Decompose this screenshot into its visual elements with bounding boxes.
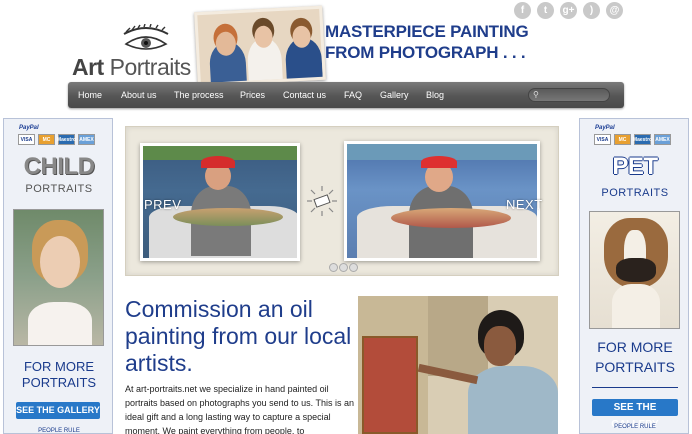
image-slider: PREV NEXT [125, 126, 559, 276]
nav-the-process[interactable]: The process [174, 82, 224, 108]
child-portraits-ad[interactable]: PayPal VISA MC Maestro AMEX CHILD PORTRA… [3, 118, 113, 434]
visa-card-icon: VISA [594, 134, 611, 145]
eye-logo-icon [123, 24, 169, 50]
slider-dot[interactable] [349, 263, 358, 272]
panel-subtitle: PORTRAITS [25, 183, 93, 195]
slider-dot[interactable] [339, 263, 348, 272]
facebook-icon[interactable]: f [514, 2, 531, 19]
pet-portraits-ad[interactable]: PayPal VISA MC Maestro AMEX PET PORTRAIT… [579, 118, 689, 434]
nav-contact-us[interactable]: Contact us [283, 82, 326, 108]
slider-prev[interactable]: PREV [144, 197, 181, 212]
maestro-card-icon: Maestro [633, 134, 652, 145]
artist-painting-photo [358, 296, 558, 434]
intro-text: At art-portraits.net we specialize in ha… [125, 384, 354, 434]
search-input[interactable]: ⚲ [528, 88, 610, 102]
site-logo[interactable]: Art Portraits [72, 24, 202, 80]
header-headline: MASTERPIECE PAINTING FROM PHOTOGRAPH . .… [325, 22, 529, 62]
panel-title: PET [612, 153, 658, 180]
visa-card-icon: VISA [18, 134, 35, 145]
nav-faq[interactable]: FAQ [344, 82, 362, 108]
for-more-text: FOR MORE PORTRAITS [595, 339, 675, 375]
panel-footer: PEOPLE RULE [38, 428, 80, 434]
for-more-text: FOR MORE PORTRAITS [21, 359, 97, 390]
header-family-photo [194, 5, 326, 87]
paypal-label: PayPal [19, 125, 39, 131]
nav-gallery[interactable]: Gallery [380, 82, 409, 108]
child-portrait-image [13, 209, 104, 346]
slider-pagination [329, 263, 358, 272]
main-nav: Home About us The process Prices Contact… [68, 82, 624, 108]
rss-icon[interactable]: ) [583, 2, 600, 19]
email-icon[interactable]: @ [606, 2, 623, 19]
maestro-card-icon: Maestro [57, 134, 76, 145]
logo-text: Art Portraits [72, 54, 191, 80]
mastercard-icon: MC [38, 134, 55, 145]
nav-about-us[interactable]: About us [121, 82, 157, 108]
search-icon: ⚲ [533, 90, 539, 99]
nav-prices[interactable]: Prices [240, 82, 265, 108]
payment-cards: PayPal VISA MC Maestro AMEX [14, 125, 104, 147]
slider-next[interactable]: NEXT [506, 197, 543, 212]
payment-cards: PayPal VISA MC Maestro AMEX [590, 125, 680, 147]
mastercard-icon: MC [614, 134, 631, 145]
nav-home[interactable]: Home [78, 82, 102, 108]
panel-footer: PEOPLE RULE [614, 424, 656, 430]
google-plus-icon[interactable]: g+ [560, 2, 577, 19]
dog-portrait-image [589, 211, 680, 329]
divider [592, 387, 678, 388]
pencil-swap-icon [307, 186, 337, 216]
twitter-icon[interactable]: t [537, 2, 554, 19]
page: Art Portraits MASTERPIECE PAINTING FROM … [0, 0, 692, 434]
page-heading: Commission an oil painting from our loca… [125, 296, 352, 376]
amex-card-icon: AMEX [78, 134, 95, 145]
see-gallery-button[interactable]: SEE THE GALLERY [592, 399, 678, 430]
panel-title: CHILD [23, 153, 95, 180]
social-icons: f t g+ ) @ [514, 2, 623, 19]
panel-subtitle: PORTRAITS [601, 187, 669, 199]
slider-dot[interactable] [329, 263, 338, 272]
nav-blog[interactable]: Blog [426, 82, 444, 108]
paypal-label: PayPal [595, 125, 615, 131]
see-gallery-button[interactable]: SEE THE GALLERY [16, 402, 100, 419]
amex-card-icon: AMEX [654, 134, 671, 145]
